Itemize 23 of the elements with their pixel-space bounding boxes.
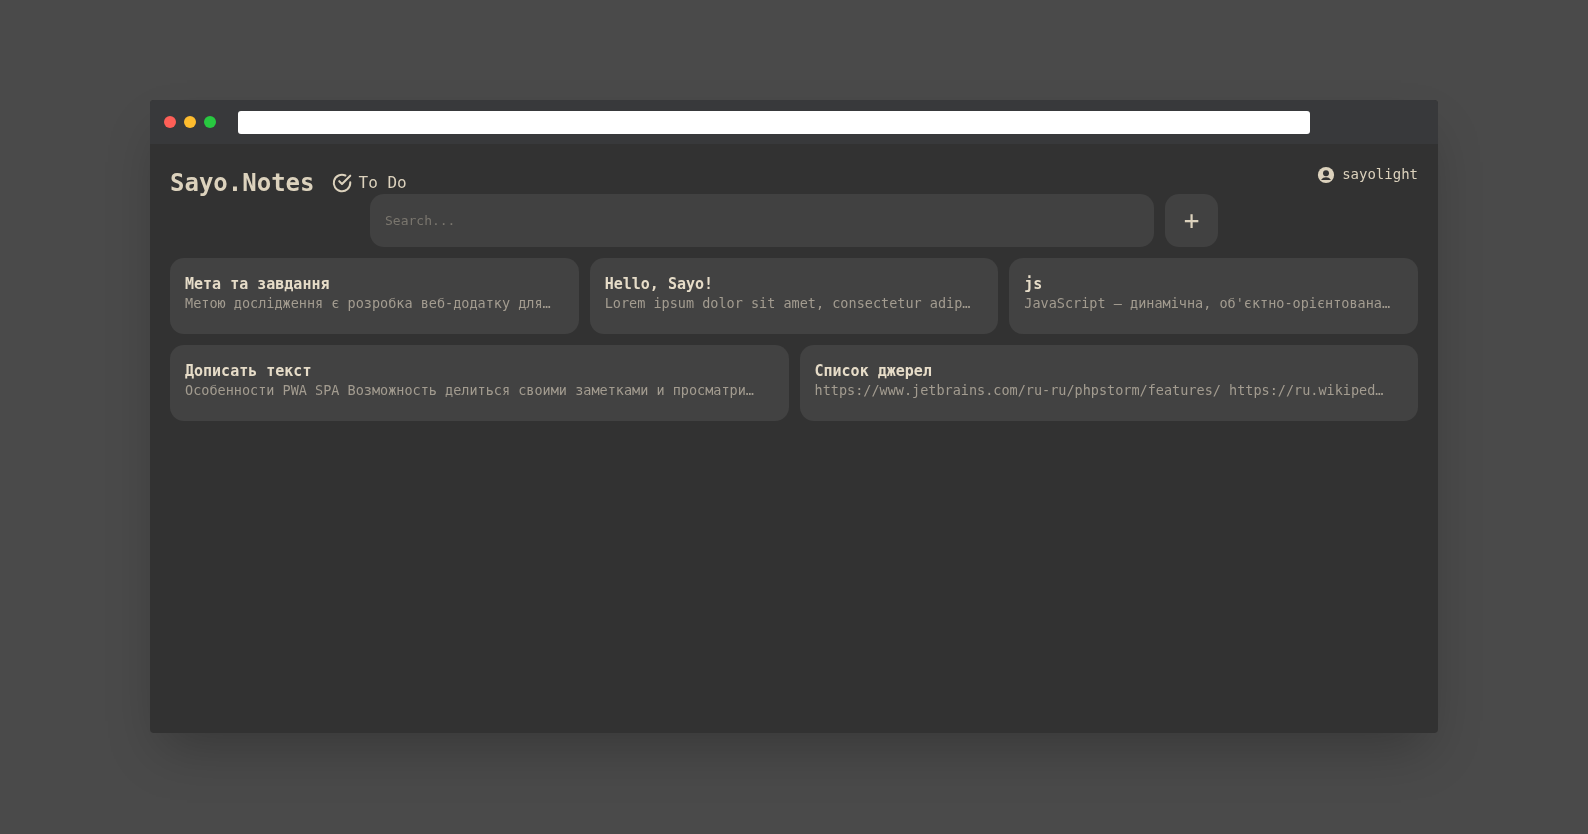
note-card[interactable]: Список джерел https://www.jetbrains.com/ru-ru/phpstorm/features/ https://ru.wikiped… (799, 345, 1418, 421)
note-title: js (1024, 274, 1044, 294)
note-preview: Метою дослідження є розробка веб-додатку для… (185, 294, 552, 312)
add-note-button[interactable]: + (1165, 194, 1218, 247)
address-bar[interactable] (238, 110, 1310, 134)
note-title: Мета та завдання (185, 274, 331, 294)
note-card[interactable]: js JavaScript — динамічна, об'єктно-орієнтована… (1009, 258, 1418, 334)
note-title: Hello, Sayo! (604, 274, 715, 294)
note-card[interactable]: Мета та завдання Метою дослідження є розробка веб-додатку для… (170, 258, 579, 334)
note-preview: JavaScript — динамічна, об'єктно-орієнтована… (1024, 294, 1392, 312)
user-menu[interactable]: sayolight (1317, 164, 1418, 185)
app-logo[interactable]: Sayo.Notes (170, 168, 315, 198)
note-title: Дописать текст (185, 361, 313, 381)
note-title: Список джерел (814, 361, 933, 381)
todo-link[interactable]: To Do (330, 171, 407, 195)
note-preview: Особенности PWA SPA Возможность делиться своими заметками и просматри… (185, 381, 755, 399)
search-field[interactable]: Search... (370, 194, 1154, 247)
note-card[interactable]: Hello, Sayo! Lorem ipsum dolor sit amet, consectetur adip… (589, 258, 999, 334)
check-circle-icon (330, 172, 353, 194)
note-card[interactable]: Дописать текст Особенности PWA SPA Возможность делиться своими заметками и просматри… (170, 345, 789, 421)
note-preview: https://www.jetbrains.com/ru-ru/phpstorm/features/ https://ru.wikiped… (814, 381, 1385, 399)
user-avatar-icon (1317, 165, 1336, 184)
note-preview: Lorem ipsum dolor sit amet, consectetur adip… (604, 294, 972, 312)
